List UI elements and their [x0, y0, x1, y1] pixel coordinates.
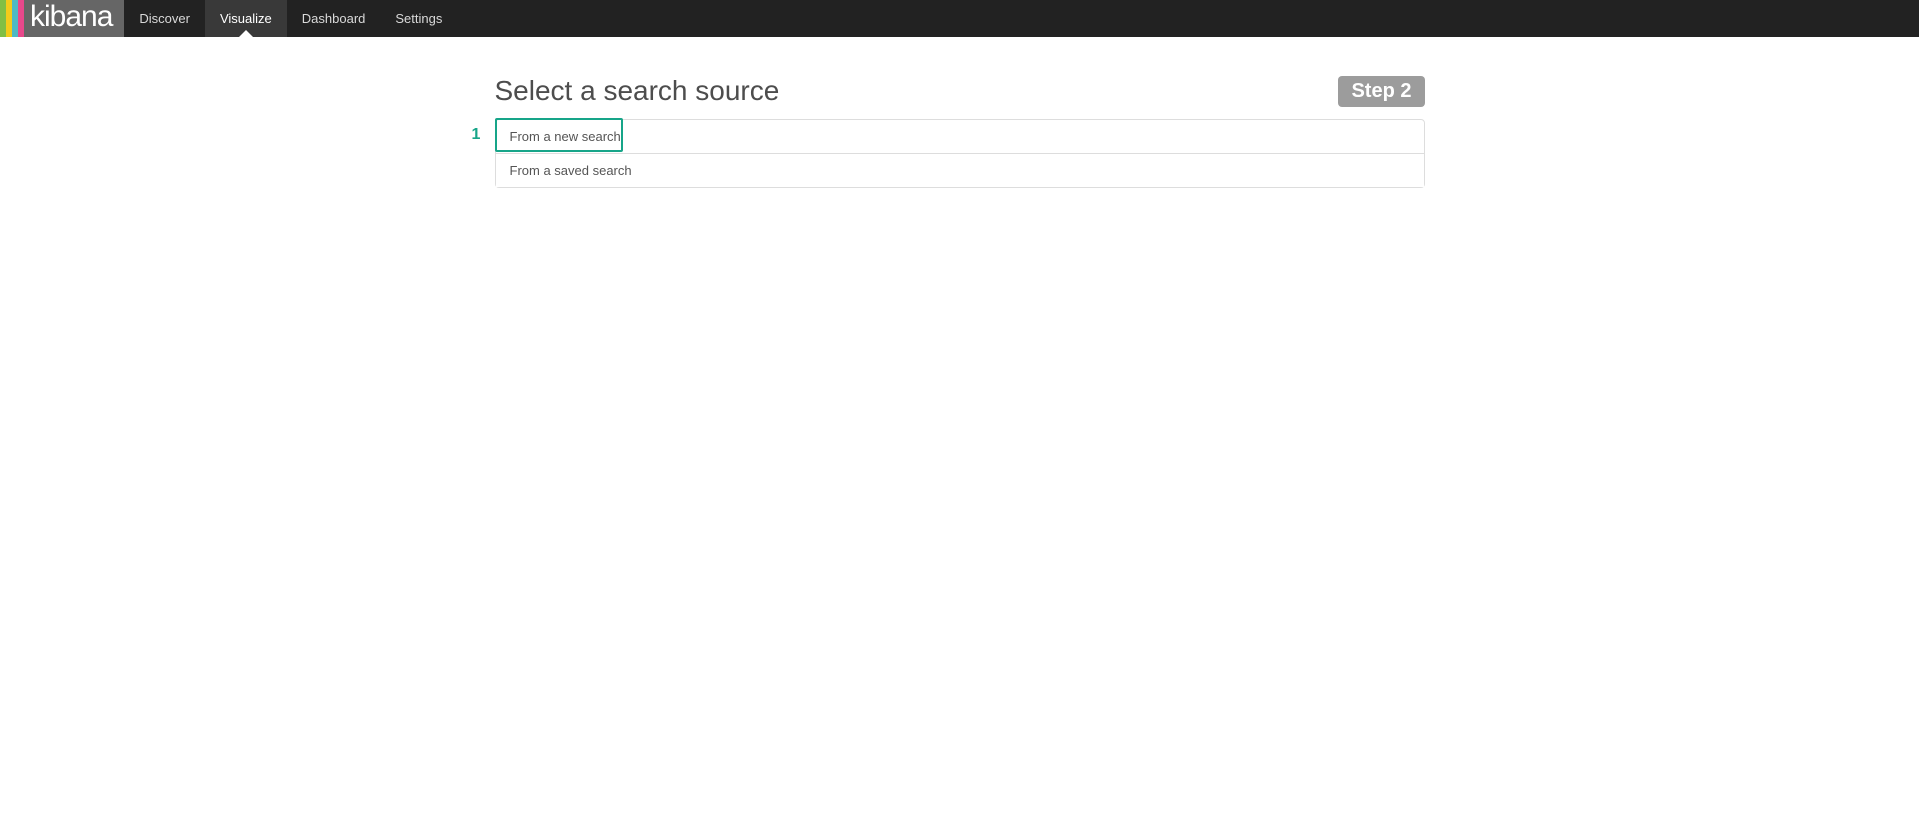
option-new-search[interactable]: From a new search [496, 120, 1424, 153]
nav-discover[interactable]: Discover [124, 0, 205, 37]
nav-visualize[interactable]: Visualize [205, 0, 287, 37]
brand-text: kibana [30, 0, 112, 35]
option-label: From a new search [510, 129, 621, 144]
page-title: Select a search source [495, 75, 780, 107]
main-content: Select a search source Step 2 From a new… [495, 75, 1425, 188]
nav-label: Visualize [220, 11, 272, 26]
option-label: From a saved search [510, 163, 632, 178]
logo-stripes-icon [0, 0, 24, 37]
step-badge: Step 2 [1338, 76, 1424, 107]
nav-label: Dashboard [302, 11, 366, 26]
option-saved-search[interactable]: From a saved search [496, 153, 1424, 187]
search-source-list: From a new search From a saved search 1 [495, 119, 1425, 188]
nav-label: Settings [395, 11, 442, 26]
title-row: Select a search source Step 2 [495, 75, 1425, 107]
nav-dashboard[interactable]: Dashboard [287, 0, 381, 37]
nav-items: Discover Visualize Dashboard Settings [124, 0, 457, 37]
nav-label: Discover [139, 11, 190, 26]
nav-settings[interactable]: Settings [380, 0, 457, 37]
brand-logo[interactable]: kibana [0, 0, 124, 37]
annotation-number: 1 [472, 126, 481, 144]
top-navbar: kibana Discover Visualize Dashboard Sett… [0, 0, 1919, 37]
